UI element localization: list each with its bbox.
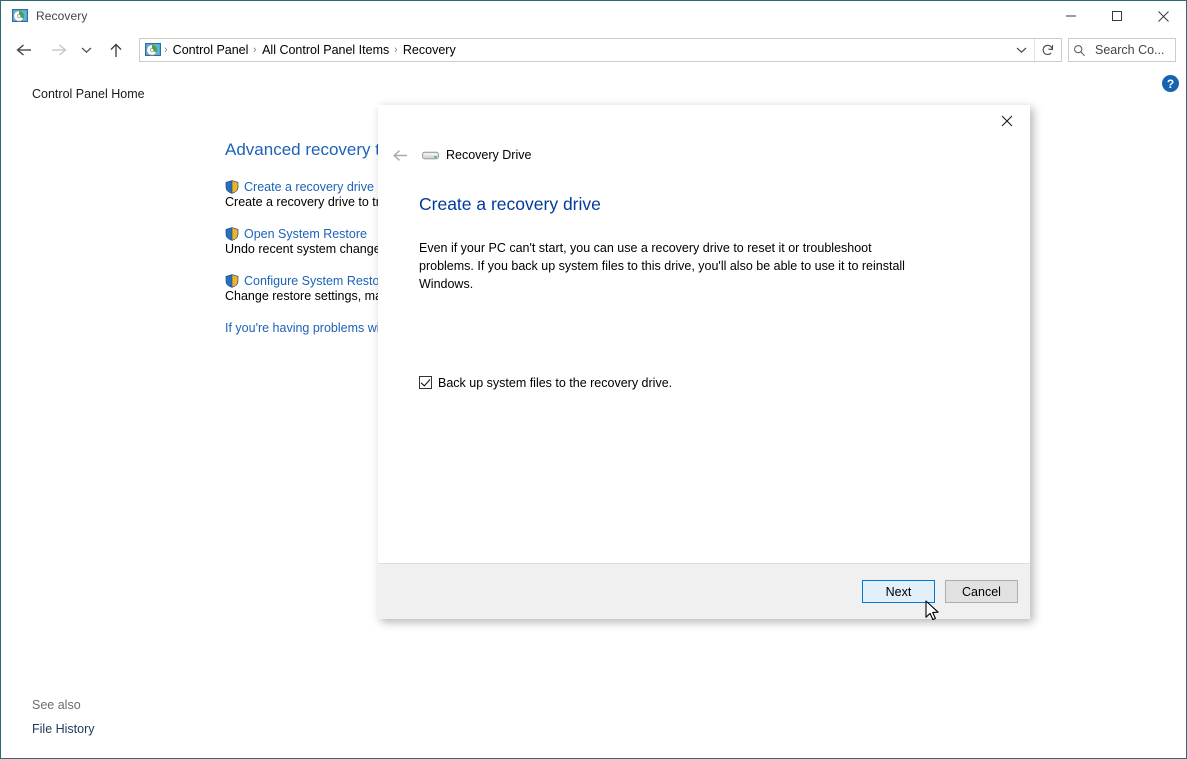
recovery-icon <box>12 8 28 24</box>
cancel-button[interactable]: Cancel <box>945 580 1018 603</box>
see-also-item-file-history[interactable]: File History <box>32 722 95 736</box>
window-controls <box>1048 1 1186 31</box>
up-arrow-icon[interactable] <box>103 37 129 63</box>
address-bar[interactable]: › Control Panel › All Control Panel Item… <box>139 38 1062 62</box>
backup-system-files-checkbox[interactable] <box>419 376 432 389</box>
dialog-footer: Next Cancel <box>378 563 1030 619</box>
breadcrumb-item-control-panel[interactable]: Control Panel <box>169 43 253 57</box>
title-bar: Recovery <box>1 1 1186 31</box>
back-arrow-icon[interactable] <box>11 37 37 63</box>
recovery-icon <box>145 42 161 58</box>
breadcrumb-separator: › <box>253 44 257 56</box>
search-icon <box>1069 44 1089 57</box>
sidebar: Control Panel Home See also File History <box>1 71 209 758</box>
close-button[interactable] <box>1140 1 1186 31</box>
breadcrumb-item-recovery[interactable]: Recovery <box>399 43 460 57</box>
address-dropdown-chevron-icon[interactable] <box>1008 39 1034 61</box>
uac-shield-icon <box>225 180 239 194</box>
recovery-drive-dialog: Recovery Drive Create a recovery drive E… <box>378 105 1030 619</box>
search-input-value: Search Co... <box>1095 43 1165 57</box>
task-link-configure-system-restore[interactable]: Configure System Restore <box>244 274 391 288</box>
breadcrumb-separator: › <box>394 44 398 56</box>
dialog-back-button[interactable] <box>386 145 416 165</box>
search-input[interactable]: Search Co... <box>1068 38 1176 62</box>
forward-arrow-icon <box>45 37 71 63</box>
backup-system-files-label: Back up system files to the recovery dri… <box>438 375 673 390</box>
maximize-button[interactable] <box>1094 1 1140 31</box>
next-button[interactable]: Next <box>862 580 935 603</box>
breadcrumb-separator: › <box>164 44 168 56</box>
help-button[interactable]: ? <box>1162 75 1179 92</box>
navigation-bar: › Control Panel › All Control Panel Item… <box>1 31 1186 71</box>
dialog-close-button[interactable] <box>984 105 1030 137</box>
sidebar-item-control-panel-home[interactable]: Control Panel Home <box>32 87 209 101</box>
backup-system-files-checkbox-row[interactable]: Back up system files to the recovery dri… <box>419 376 1030 390</box>
see-also-section: See also File History <box>32 698 95 736</box>
uac-shield-icon <box>225 227 239 241</box>
recent-locations-chevron-icon[interactable] <box>77 37 95 63</box>
dialog-header: Recovery Drive <box>386 145 1030 165</box>
address-bar-actions <box>1008 39 1061 61</box>
task-link-create-recovery-drive[interactable]: Create a recovery drive <box>244 180 374 194</box>
task-link-open-system-restore[interactable]: Open System Restore <box>244 227 367 241</box>
see-also-label: See also <box>32 698 81 712</box>
refresh-icon[interactable] <box>1034 39 1061 61</box>
window-title: Recovery <box>36 9 88 23</box>
minimize-button[interactable] <box>1048 1 1094 31</box>
dialog-body-text: Even if your PC can't start, you can use… <box>419 240 905 291</box>
dialog-heading: Create a recovery drive <box>419 194 601 214</box>
uac-shield-icon <box>225 274 239 288</box>
dialog-app-title: Recovery Drive <box>446 148 532 162</box>
recovery-drive-icon <box>422 148 439 162</box>
breadcrumb-item-all-control-panel-items[interactable]: All Control Panel Items <box>258 43 393 57</box>
